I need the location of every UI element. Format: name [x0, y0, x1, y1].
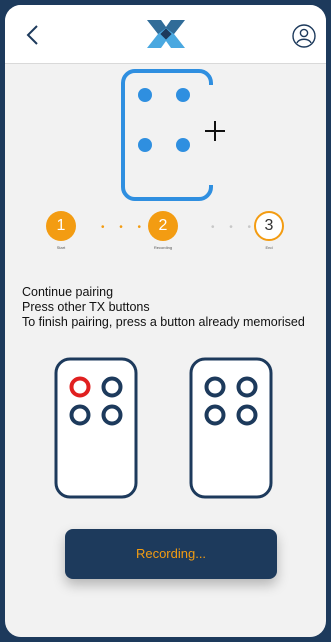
- step-1-label: Start: [56, 245, 66, 250]
- instruction-line: To finish pairing, press a button alread…: [22, 315, 305, 329]
- brand-logo-icon: [147, 20, 185, 48]
- chevron-left-icon[interactable]: [23, 23, 43, 47]
- step-2-circle: 2: [148, 211, 178, 241]
- app-header: [5, 5, 326, 64]
- recording-button[interactable]: Recording...: [65, 529, 277, 579]
- pairing-instructions: Continue pairing Press other TX buttons …: [22, 285, 305, 330]
- progress-dots: • • •: [211, 222, 258, 233]
- receiver-device-illustration: [121, 69, 225, 201]
- step-1-circle: 1: [46, 211, 76, 241]
- progress-dots: • • •: [101, 222, 148, 233]
- step-2-label: Recording: [153, 245, 173, 250]
- phone-screen: 1 Start • • • 2 Recording • • • 3 End Co…: [3, 3, 328, 639]
- instruction-line: Continue pairing: [22, 285, 114, 299]
- remote-transmitter-left: [54, 357, 138, 499]
- remote-transmitter-right: [189, 357, 273, 499]
- instruction-line: Press other TX buttons: [22, 300, 150, 314]
- pairing-stepper: 1 Start • • • 2 Recording • • • 3 End: [5, 211, 326, 271]
- step-3-circle: 3: [254, 211, 284, 241]
- user-profile-icon[interactable]: [292, 24, 316, 48]
- step-3-label: End: [265, 245, 273, 250]
